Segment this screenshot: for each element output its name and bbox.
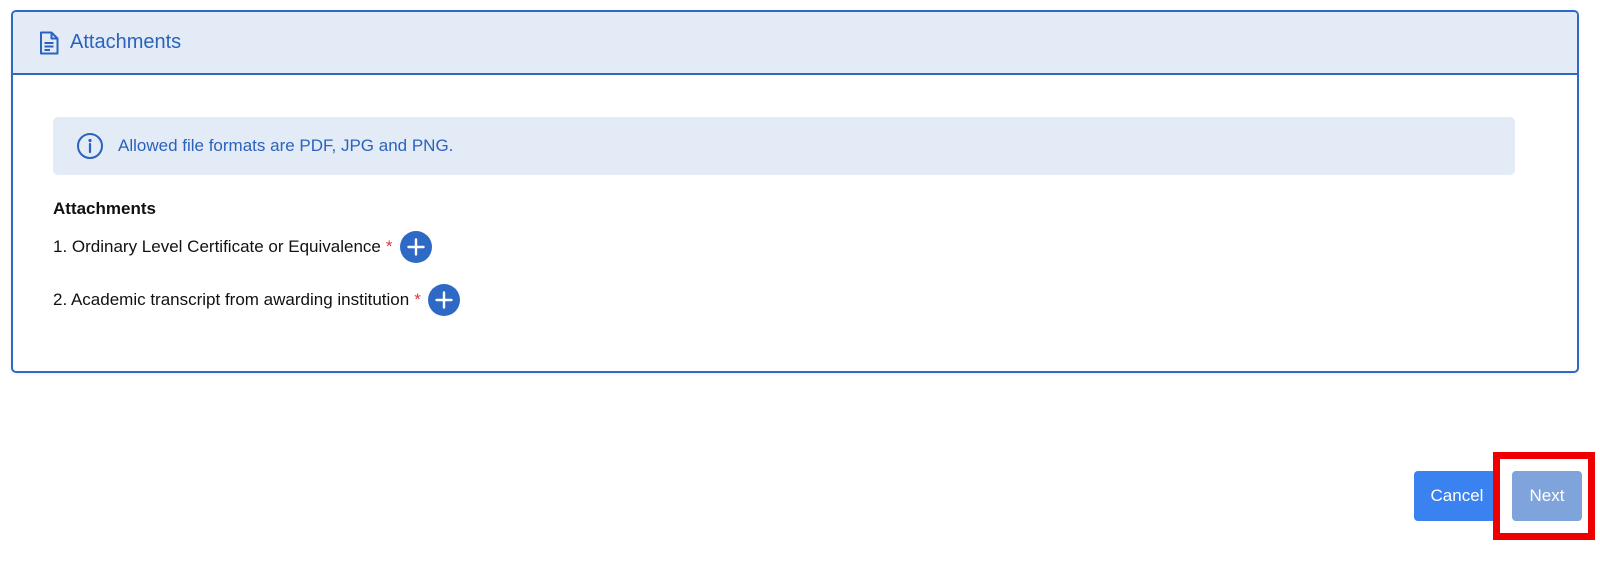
document-icon	[39, 30, 61, 56]
alert-text: Allowed file formats are PDF, JPG and PN…	[118, 136, 454, 155]
plus-icon	[435, 291, 453, 309]
required-marker: *	[414, 290, 421, 309]
attachment-label: 2. Academic transcript from awarding ins…	[53, 290, 410, 309]
required-marker: *	[385, 237, 393, 256]
attachment-label: 1. Ordinary Level Certificate or Equival…	[53, 237, 381, 256]
attachments-panel: Attachments Allowed file formats are PDF…	[11, 10, 1579, 373]
attachments-heading: Attachments	[53, 199, 156, 218]
file-format-alert: Allowed file formats are PDF, JPG and PN…	[53, 117, 1515, 175]
add-attachment-button[interactable]	[427, 284, 460, 316]
add-attachment-button[interactable]	[399, 231, 432, 263]
panel-title: Attachments	[70, 31, 182, 53]
plus-icon	[406, 238, 425, 256]
cancel-button[interactable]: Cancel	[1414, 471, 1500, 521]
panel-header: Attachments	[13, 12, 1577, 75]
info-icon	[76, 132, 104, 160]
attachment-item: 2. Academic transcript from awarding ins…	[53, 284, 460, 316]
next-button[interactable]: Next	[1512, 471, 1582, 521]
attachment-item: 1. Ordinary Level Certificate or Equival…	[53, 231, 432, 263]
